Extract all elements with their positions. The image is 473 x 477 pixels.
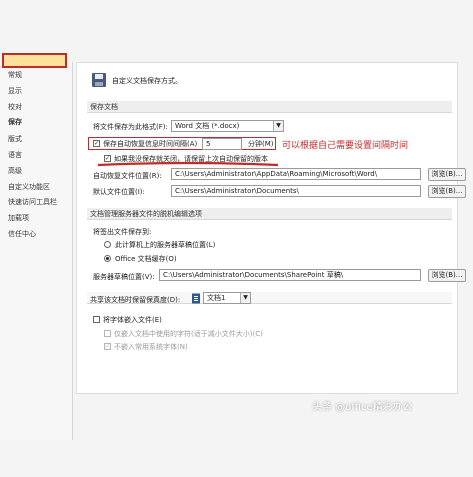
autorecover-minutes-spinner[interactable]: 5	[202, 138, 242, 150]
sidebar-item-language[interactable]: 语言	[8, 150, 22, 160]
watermark-text: 头条 @office精彩办公	[312, 402, 413, 413]
no-common-fonts-checkbox[interactable]: ✓	[104, 343, 111, 350]
autorecover-path-value: C:\Users\Administrator\AppData\Roaming\M…	[175, 170, 378, 178]
default-path-input[interactable]: C:\Users\Administrator\Documents\	[171, 185, 421, 197]
save-format-label: 将文件保存为此格式(F):	[93, 123, 168, 131]
red-underline-mark	[97, 161, 279, 167]
sidebar-item-advanced[interactable]: 高级	[8, 166, 22, 176]
default-path-label: 默认文件位置(I):	[93, 188, 145, 196]
minutes-unit-label: 分钟(M)	[248, 140, 274, 148]
embed-used-only-label: 仅嵌入文档中使用的字符(适于减小文件大小)(C)	[114, 330, 263, 338]
no-common-fonts-label: 不嵌入常用系统字体(N)	[114, 343, 188, 351]
sidebar-item-trust-center[interactable]: 信任中心	[8, 229, 36, 239]
fidelity-document-value: 文档1	[207, 294, 226, 302]
sidebar-item-addins[interactable]: 加载项	[8, 213, 29, 223]
default-path-value: C:\Users\Administrator\Documents\	[175, 187, 299, 195]
floppy-disk-icon	[92, 73, 106, 87]
page-title: 自定义文档保存方式。	[112, 77, 182, 85]
sidebar-item-customize-ribbon[interactable]: 自定义功能区	[8, 182, 50, 192]
section-save-documents: 保存文档	[87, 101, 452, 113]
drafts-path-input[interactable]: C:\Users\Administrator\Documents\SharePo…	[159, 269, 421, 281]
section-offline-editing: 文档管理服务器文件的脱机编辑选项	[87, 208, 452, 220]
annotation-text: 可以根据自己需要设置间隔时间	[282, 141, 409, 151]
sidebar-item-general[interactable]: 常规	[8, 70, 22, 80]
sidebar-item-proofing[interactable]: 校对	[8, 102, 22, 112]
sidebar-item-quick-access[interactable]: 快速访问工具栏	[8, 197, 57, 207]
embed-fonts-label: 将字体嵌入文件(E)	[103, 316, 162, 324]
embed-used-only-checkbox[interactable]	[104, 330, 111, 337]
autorecover-minutes-value: 5	[206, 140, 211, 148]
sidebar-item-display[interactable]: 显示	[8, 86, 22, 96]
radio-office-cache-label: Office 文档缓存(O)	[115, 255, 177, 263]
word-document-icon	[192, 293, 200, 304]
save-format-value: Word 文档 (*.docx)	[175, 122, 240, 130]
chevron-down-icon: ▼	[273, 121, 283, 131]
autorecover-checkbox[interactable]: ✓	[93, 140, 100, 147]
chevron-down-icon: ▼	[240, 293, 250, 303]
embed-fonts-checkbox[interactable]	[93, 316, 100, 323]
drafts-path-label: 服务器草稿位置(V):	[93, 273, 155, 281]
autorecover-label: 保存自动恢复信息时间间隔(A)	[103, 140, 198, 148]
browse-drafts-button[interactable]: 浏览(B)...	[428, 269, 466, 282]
radio-server-drafts[interactable]	[104, 241, 111, 248]
radio-office-cache[interactable]	[104, 255, 111, 262]
sidebar-item-save[interactable]: 保存	[8, 117, 22, 127]
save-format-select[interactable]: Word 文档 (*.docx) ▼	[171, 120, 284, 132]
save-checked-out-label: 将签出文件保存到:	[93, 228, 152, 236]
fidelity-document-select[interactable]: 文档1 ▼	[203, 292, 251, 304]
browse-autorecover-button[interactable]: 浏览(B)...	[428, 168, 466, 181]
sidebar-item-layout[interactable]: 版式	[8, 134, 22, 144]
sidebar-selection-highlight	[2, 53, 67, 68]
autorecover-path-label: 自动恢复文件位置(R):	[93, 172, 162, 180]
drafts-path-value: C:\Users\Administrator\Documents\SharePo…	[163, 271, 344, 279]
radio-server-drafts-label: 此计算机上的服务器草稿位置(L)	[115, 241, 216, 249]
browse-default-button[interactable]: 浏览(B)...	[428, 185, 466, 198]
autorecover-path-input[interactable]: C:\Users\Administrator\AppData\Roaming\M…	[171, 168, 421, 180]
fidelity-label: 共享该文档时保留保真度(D):	[90, 296, 181, 304]
